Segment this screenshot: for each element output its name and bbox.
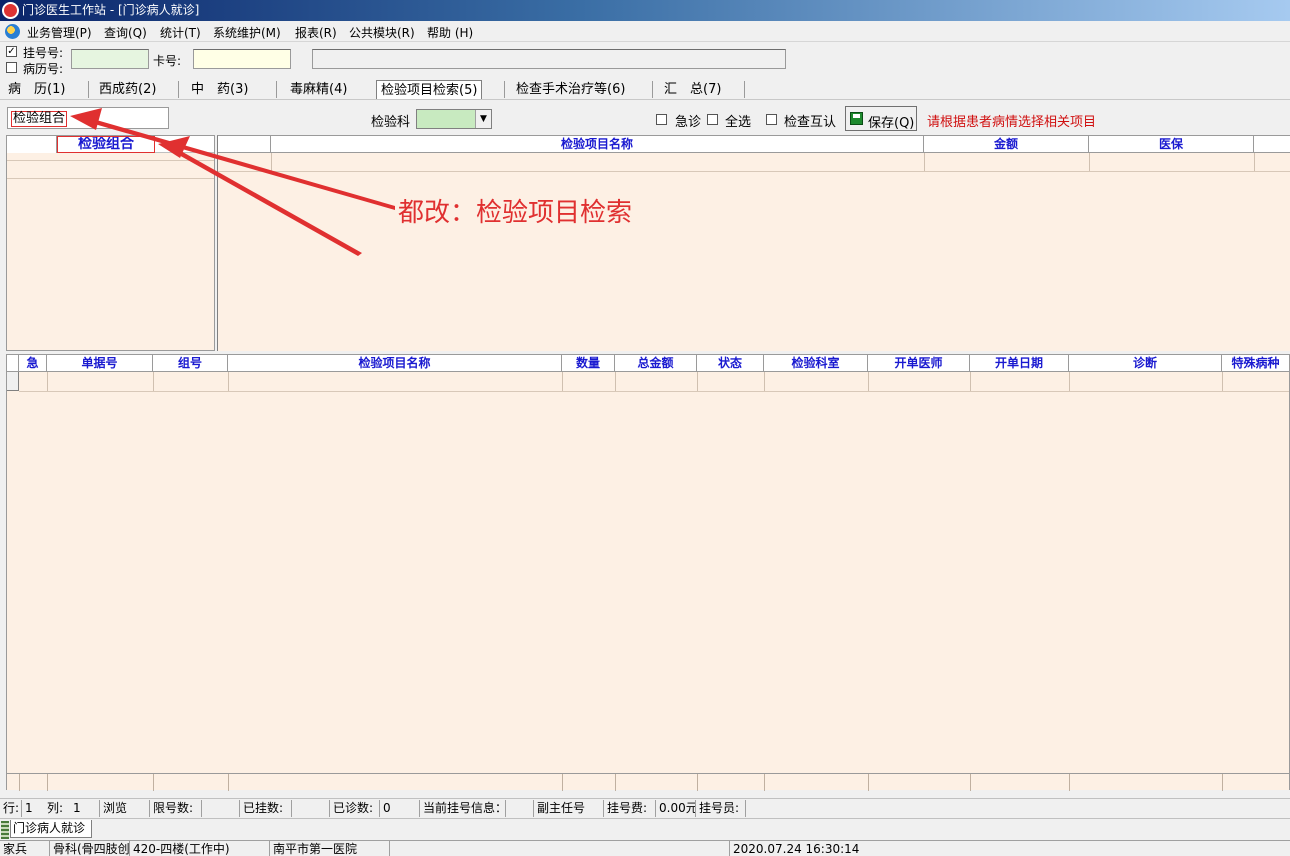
status-registered-value <box>292 800 330 817</box>
annotation-arrow-head <box>70 108 102 130</box>
annotation-text: 都改：检验项目检索 <box>398 198 633 228</box>
status-title-value: 副主任号 <box>534 800 604 817</box>
status-diagnosed-value: 0 <box>380 800 420 817</box>
grip-icon <box>1 821 9 839</box>
status-current-reg-value <box>506 800 534 817</box>
status-row-value: 1 <box>25 801 33 815</box>
annotation-arrows <box>70 108 395 256</box>
status-col-label: 列: <box>47 801 64 815</box>
status-col-value: 1 <box>70 800 100 817</box>
status-fee-label: 挂号费: <box>604 800 656 817</box>
status-row-label: 行: <box>0 800 22 817</box>
status-bar: 行: 1 列: 1 浏览 限号数: 已挂数: 已诊数: 0 当前挂号信息： 副主… <box>0 798 1290 817</box>
footer-room: 420-四楼(工作中) <box>130 841 270 856</box>
status-diagnosed-label: 已诊数: <box>330 800 380 817</box>
status-registrar-value <box>746 800 1290 817</box>
annotation-arrow-line <box>170 146 362 256</box>
status-registered-label: 已挂数: <box>240 800 292 817</box>
status-current-reg-label: 当前挂号信息： <box>420 800 506 817</box>
footer-blank <box>390 841 730 856</box>
footer-datetime: 2020.07.24 16:30:14 <box>733 842 860 856</box>
footer-user: 家兵 <box>0 841 50 856</box>
status-registrar-label: 挂号员: <box>696 800 746 817</box>
footer-hospital: 南平市第一医院 <box>270 841 390 856</box>
task-tab-outpatient[interactable]: 门诊病人就诊 <box>10 820 92 838</box>
annotation-arrow-line <box>84 117 395 210</box>
status-limit-label: 限号数: <box>150 800 202 817</box>
footer-bar: 家兵 骨科(骨四肢创 420-四楼(工作中) 南平市第一医院 2020.07.2… <box>0 840 1290 856</box>
status-limit-value <box>202 800 240 817</box>
footer-dept: 骨科(骨四肢创 <box>50 841 130 856</box>
status-fee-value: 0.00元 <box>656 800 696 817</box>
task-tab-row: 门诊病人就诊 <box>0 818 1290 840</box>
status-mode: 浏览 <box>100 800 150 817</box>
